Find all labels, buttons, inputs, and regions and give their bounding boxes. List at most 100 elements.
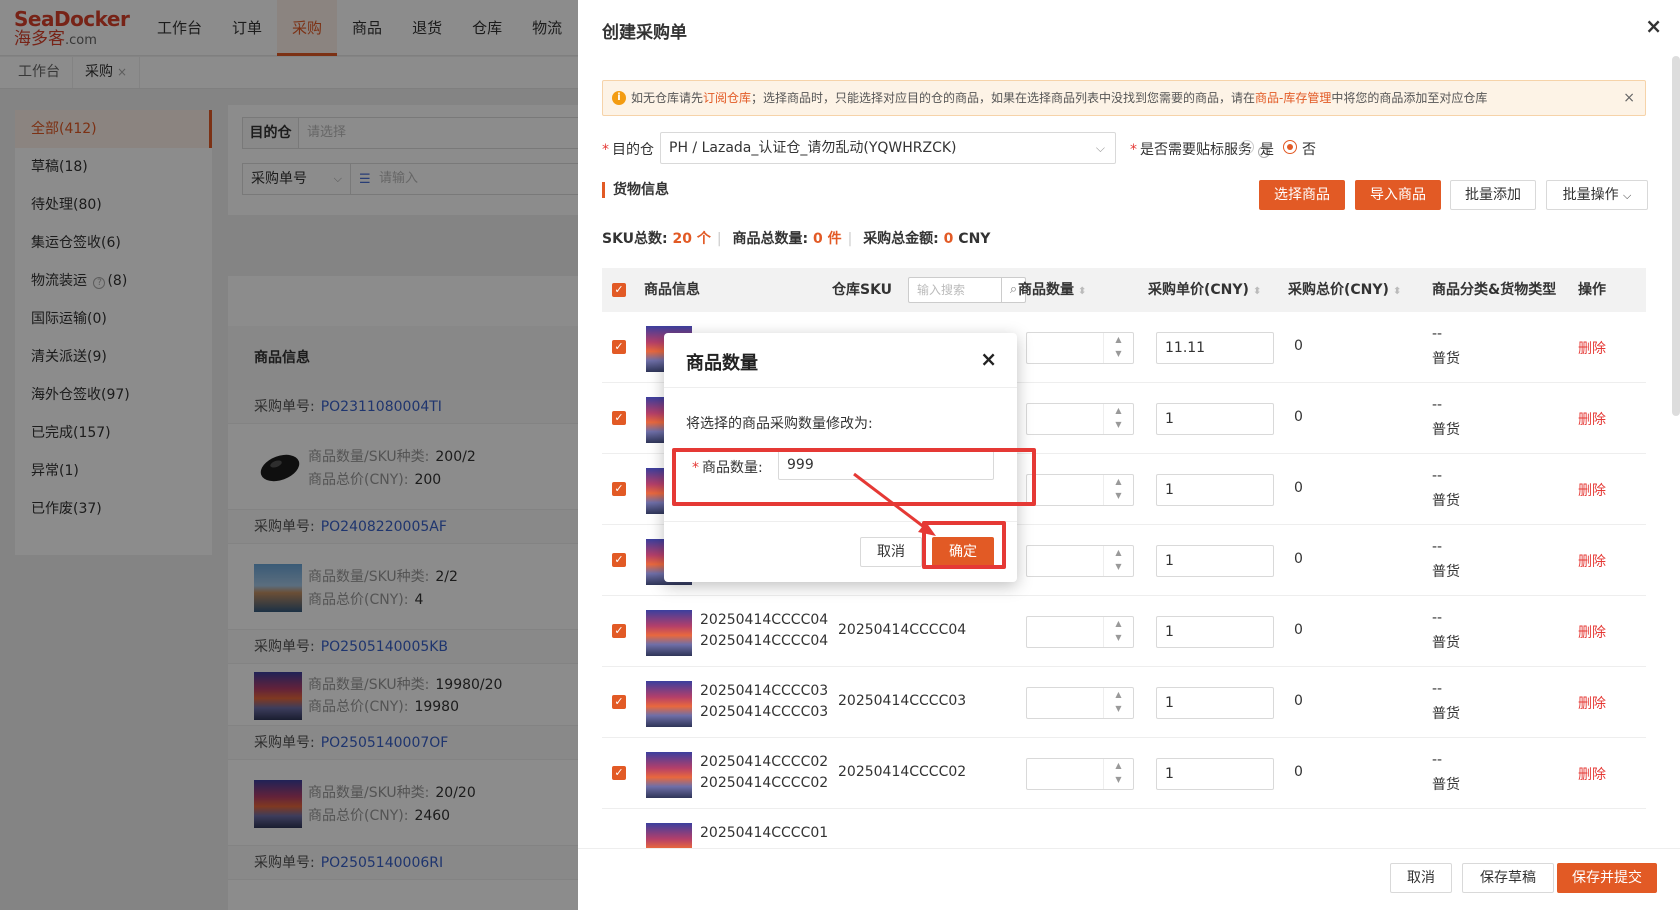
stepper-arrows-icon[interactable]: ▲ ▼ bbox=[1103, 688, 1133, 718]
unit-price-input[interactable]: 1 bbox=[1156, 403, 1274, 435]
quantity-stepper[interactable]: ▲ ▼ bbox=[1026, 474, 1134, 506]
row-cargo-type: 普货 bbox=[1432, 777, 1460, 793]
quantity-stepper[interactable]: ▲ ▼ bbox=[1026, 332, 1134, 364]
delete-link[interactable]: 删除 bbox=[1578, 693, 1606, 713]
close-icon[interactable]: × bbox=[980, 347, 997, 371]
row-total: 0 bbox=[1294, 480, 1303, 496]
row-checkbox[interactable]: ✓ bbox=[612, 411, 626, 425]
row-total: 0 bbox=[1294, 693, 1303, 709]
product-thumbnail bbox=[646, 681, 692, 727]
sort-icon: ⬍ bbox=[1252, 286, 1262, 297]
stepper-arrows-icon[interactable]: ▲ ▼ bbox=[1103, 546, 1133, 576]
label-service-no-radio[interactable] bbox=[1283, 140, 1297, 154]
row-checkbox[interactable]: ✓ bbox=[612, 695, 626, 709]
delete-link[interactable]: 删除 bbox=[1578, 764, 1606, 784]
row-checkbox[interactable]: ✓ bbox=[612, 553, 626, 567]
close-icon[interactable]: × bbox=[1645, 14, 1662, 38]
delete-link[interactable]: 删除 bbox=[1578, 338, 1606, 358]
delete-link[interactable]: 删除 bbox=[1578, 480, 1606, 500]
batch-add-button[interactable]: 批量添加 bbox=[1450, 180, 1536, 210]
sku-search-input[interactable]: 输入搜索 ⌕ bbox=[908, 277, 1026, 303]
col-warehouse-sku: 仓库SKU bbox=[832, 282, 893, 298]
quantity-stepper[interactable]: ▲ ▼ bbox=[1026, 758, 1134, 790]
warehouse-sku: 20250414CCCC03 bbox=[838, 693, 967, 709]
unit-price-input[interactable]: 1 bbox=[1156, 474, 1274, 506]
drawer-mask[interactable] bbox=[0, 0, 578, 910]
unit-price-input[interactable]: 1 bbox=[1156, 616, 1274, 648]
sort-icon: ⬍ bbox=[1392, 286, 1402, 297]
col-qty[interactable]: 商品数量 ⬍ bbox=[1018, 268, 1086, 314]
delete-link[interactable]: 删除 bbox=[1578, 409, 1606, 429]
quantity-stepper[interactable]: ▲ ▼ bbox=[1026, 687, 1134, 719]
stepper-arrows-icon[interactable]: ▲ ▼ bbox=[1103, 617, 1133, 647]
modal-description: 将选择的商品采购数量修改为: bbox=[686, 416, 873, 432]
delete-link[interactable]: 删除 bbox=[1578, 551, 1606, 571]
stepper-arrows-icon[interactable]: ▲ ▼ bbox=[1103, 475, 1133, 505]
table-row: 20250414CCCC01 bbox=[602, 809, 1646, 848]
row-checkbox[interactable]: ✓ bbox=[612, 624, 626, 638]
label-service-yes-radio[interactable] bbox=[1240, 140, 1254, 154]
drawer-title: 创建采购单 bbox=[602, 23, 687, 43]
delete-link[interactable]: 删除 bbox=[1578, 622, 1606, 642]
info-icon: i bbox=[612, 91, 626, 105]
annotation-highlight-confirm bbox=[922, 521, 1006, 569]
row-category: -- bbox=[1432, 397, 1443, 413]
quantity-stepper[interactable]: ▲ ▼ bbox=[1026, 403, 1134, 435]
chevron-down-icon: ⌵ bbox=[1095, 141, 1105, 155]
product-sku: 20250414CCCC03 bbox=[700, 683, 829, 699]
select-product-button[interactable]: 选择商品 bbox=[1259, 180, 1345, 210]
stepper-arrows-icon[interactable]: ▲ ▼ bbox=[1103, 333, 1133, 363]
close-icon[interactable]: × bbox=[1623, 81, 1635, 115]
label-service-yes-text: 是 bbox=[1260, 142, 1274, 158]
col-total-price[interactable]: 采购总价(CNY) ⬍ bbox=[1288, 268, 1401, 314]
row-cargo-type: 普货 bbox=[1432, 351, 1460, 367]
sort-icon: ⬍ bbox=[1078, 286, 1087, 297]
row-checkbox[interactable]: ✓ bbox=[612, 482, 626, 496]
annotation-highlight-input bbox=[672, 448, 1036, 506]
select-all-checkbox[interactable]: ✓ bbox=[612, 283, 626, 297]
row-checkbox[interactable]: ✓ bbox=[612, 340, 626, 354]
quantity-stepper[interactable]: ▲ ▼ bbox=[1026, 616, 1134, 648]
modal-cancel-button[interactable]: 取消 bbox=[860, 537, 922, 567]
unit-price-input[interactable]: 1 bbox=[1156, 687, 1274, 719]
batch-ops-button[interactable]: 批量操作 ⌵ bbox=[1546, 180, 1648, 210]
table-row: ✓ 20250414CCCC04 20250414CCCC04 20250414… bbox=[602, 596, 1646, 667]
row-cargo-type: 普货 bbox=[1432, 493, 1460, 509]
label-service-no-text: 否 bbox=[1302, 142, 1316, 158]
unit-price-input[interactable]: 1 bbox=[1156, 758, 1274, 790]
drawer-footer: 取消 保存草稿 保存并提交 bbox=[578, 848, 1680, 910]
col-product: 商品信息 bbox=[644, 282, 700, 298]
save-draft-button[interactable]: 保存草稿 bbox=[1462, 863, 1554, 893]
scrollbar[interactable] bbox=[1672, 56, 1680, 416]
save-submit-button[interactable]: 保存并提交 bbox=[1557, 863, 1657, 893]
product-sku: 20250414CCCC02 bbox=[700, 754, 829, 770]
modal-title: 商品数量 bbox=[686, 353, 758, 374]
product-sku-secondary: 20250414CCCC04 bbox=[700, 633, 829, 649]
row-category: -- bbox=[1432, 610, 1443, 626]
unit-price-input[interactable]: 11.11 bbox=[1156, 332, 1274, 364]
row-total: 0 bbox=[1294, 409, 1303, 425]
row-cargo-type: 普货 bbox=[1432, 422, 1460, 438]
product-sku-secondary: 20250414CCCC02 bbox=[700, 775, 829, 791]
product-sku: 20250414CCCC04 bbox=[700, 612, 829, 628]
table-row: ✓ 20250414CCCC03 20250414CCCC03 20250414… bbox=[602, 667, 1646, 738]
row-checkbox[interactable]: ✓ bbox=[612, 766, 626, 780]
quantity-stepper[interactable]: ▲ ▼ bbox=[1026, 545, 1134, 577]
row-category: -- bbox=[1432, 326, 1443, 342]
col-unit-price[interactable]: 采购单价(CNY) ⬍ bbox=[1148, 268, 1261, 314]
row-total: 0 bbox=[1294, 338, 1303, 354]
import-product-button[interactable]: 导入商品 bbox=[1355, 180, 1441, 210]
inventory-management-link[interactable]: 商品-库存管理 bbox=[1255, 91, 1331, 105]
qty-total: 0 bbox=[812, 231, 823, 247]
stepper-arrows-icon[interactable]: ▲ ▼ bbox=[1103, 759, 1133, 789]
unit-price-input[interactable]: 1 bbox=[1156, 545, 1274, 577]
stepper-arrows-icon[interactable]: ▲ ▼ bbox=[1103, 404, 1133, 434]
purchase-summary: SKU总数: 20 个 | 商品总数量: 0 件 | 采购总金额: 0 CNY bbox=[602, 231, 991, 247]
row-category: -- bbox=[1432, 468, 1443, 484]
warehouse-sku: 20250414CCCC04 bbox=[838, 622, 967, 638]
warehouse-sku: 20250414CCCC02 bbox=[838, 764, 967, 780]
row-category: -- bbox=[1432, 539, 1443, 555]
cancel-button[interactable]: 取消 bbox=[1390, 863, 1452, 893]
dest-warehouse-select[interactable]: PH / Lazada_认证仓_请勿乱动(YQWHRZCK) ⌵ bbox=[660, 132, 1116, 164]
subscribe-warehouse-link[interactable]: 订阅仓库 bbox=[703, 91, 751, 105]
